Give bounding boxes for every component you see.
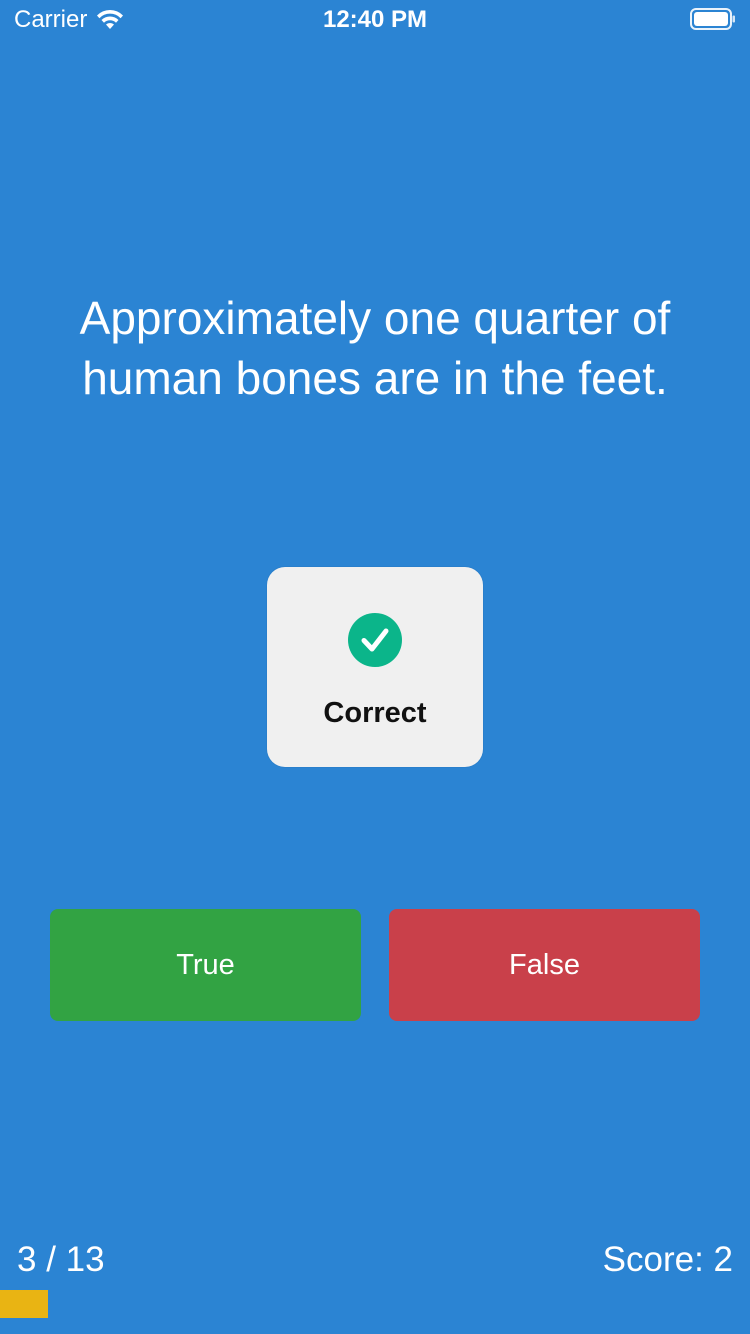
- battery-icon: [690, 8, 735, 30]
- status-time: 12:40 PM: [322, 6, 428, 33]
- status-bar: Carrier 12:40 PM: [0, 0, 750, 40]
- checkmark-circle-icon: [348, 613, 402, 667]
- score-label: Score: 2: [602, 1240, 733, 1279]
- progress-bar-fill: [0, 1290, 48, 1318]
- feedback-label: Correct: [323, 697, 427, 729]
- question-text: Approximately one quarter of human bones…: [79, 292, 671, 404]
- question-counter: 3 / 13: [17, 1240, 105, 1279]
- progress-bar: [0, 1290, 750, 1318]
- feedback-hud: Correct: [267, 567, 483, 767]
- false-button[interactable]: False: [389, 909, 700, 1021]
- true-button[interactable]: True: [50, 909, 361, 1021]
